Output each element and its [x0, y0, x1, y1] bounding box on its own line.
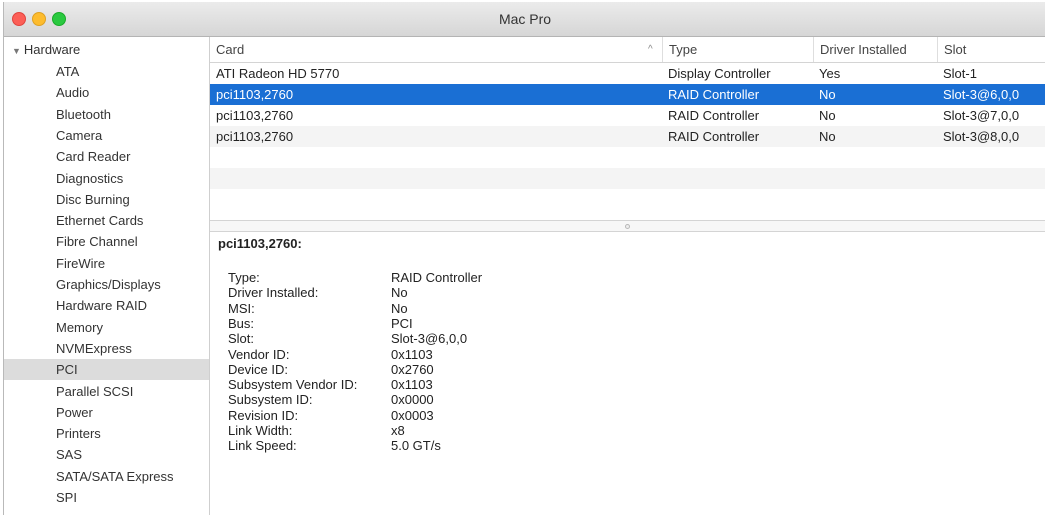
detail-value: 0x1103 [391, 377, 433, 393]
title-bar[interactable]: Mac Pro [4, 2, 1045, 37]
table-row[interactable]: pci1103,2760 RAID Controller No Slot-3@6,0,… [210, 84, 1045, 105]
detail-key: Vendor ID: [228, 346, 290, 362]
cell-slot: Slot-3@7,0,0 [943, 108, 1020, 123]
column-header-type[interactable]: Type [662, 37, 813, 62]
detail-key: Revision ID: [228, 407, 299, 423]
sidebar-item-memory[interactable]: Memory [4, 317, 209, 338]
cell-type: RAID Controller [668, 129, 760, 144]
disclosure-triangle-icon[interactable]: ▼ [12, 46, 21, 56]
detail-value: No [391, 285, 408, 301]
cell-slot: Slot-3@8,0,0 [943, 129, 1020, 144]
table-row-empty [210, 168, 1045, 189]
detail-value: 5.0 GT/s [391, 438, 441, 454]
detail-value: 0x2760 [391, 361, 434, 377]
cell-slot: Slot-3@6,0,0 [943, 87, 1020, 102]
detail-key: MSI: [228, 300, 255, 316]
sidebar-hardware-group[interactable]: ▼ Hardware [12, 40, 80, 60]
detail-value: x8 [391, 423, 405, 438]
sidebar-item-diagnostics[interactable]: Diagnostics [4, 168, 209, 189]
sidebar-item-ethernet-cards[interactable]: Ethernet Cards [4, 210, 209, 231]
detail-key: Slot: [228, 331, 255, 347]
sidebar-header-label: Hardware [23, 42, 81, 57]
sidebar-item-fibre-channel[interactable]: Fibre Channel [4, 231, 209, 252]
cell-driver: Yes [819, 66, 841, 81]
detail-key: Link Width: [228, 423, 293, 438]
cell-card: ATI Radeon HD 5770 [216, 66, 340, 81]
detail-value: RAID Controller [391, 270, 483, 285]
detail-key: Type: [228, 270, 260, 285]
table-row-empty [210, 147, 1045, 168]
sidebar-item-ata[interactable]: ATA [4, 61, 209, 82]
cell-driver: No [819, 108, 836, 123]
sidebar-item-parallel-scsi[interactable]: Parallel SCSI [4, 381, 209, 402]
table-row[interactable]: pci1103,2760 RAID Controller No Slot-3@8,0,… [210, 126, 1045, 147]
cell-card: pci1103,2760 [216, 129, 294, 144]
sidebar-item-card-reader[interactable]: Card Reader [4, 146, 209, 167]
splitter-handle-icon[interactable] [625, 224, 630, 229]
detail-value: Slot-3@6,0,0 [391, 331, 468, 347]
sidebar-item-spi[interactable]: SPI [4, 487, 209, 508]
detail-title: pci1103,2760: [218, 236, 302, 251]
detail-key: Driver Installed: [228, 285, 319, 301]
sidebar-item-disc-burning[interactable]: Disc Burning [4, 189, 209, 210]
cell-type: Display Controller [668, 66, 771, 81]
sidebar-item-printers[interactable]: Printers [4, 423, 209, 444]
sidebar-item-audio[interactable]: Audio [4, 82, 209, 103]
table-row[interactable]: ATI Radeon HD 5770 Display Controller Yes S… [210, 63, 1045, 84]
sidebar-item-sata-sata-express[interactable]: SATA/SATA Express [4, 466, 209, 487]
cell-driver: No [819, 87, 836, 102]
cards-table: Card ^ Type Driver Installed Slot ATI Ra… [210, 37, 1045, 220]
sidebar: ▼ Hardware ATA Audio Bluetooth Camera Card Re… [4, 37, 210, 515]
sidebar-item-pci[interactable]: PCI [4, 359, 209, 381]
column-header-card[interactable]: Card [210, 37, 662, 62]
cell-type: RAID Controller [668, 108, 760, 123]
column-header-slot[interactable]: Slot [937, 37, 1045, 62]
detail-pane: pci1103,2760: Type: RAID Controller Driver… [210, 232, 1045, 515]
sidebar-item-hardware-raid[interactable]: Hardware RAID [4, 295, 209, 316]
sidebar-item-bluetooth[interactable]: Bluetooth [4, 104, 209, 125]
table-header: Card ^ Type Driver Installed Slot [210, 37, 1045, 63]
cell-type: RAID Controller [668, 87, 760, 102]
cell-driver: No [819, 129, 836, 144]
table-row-empty [210, 189, 1045, 210]
cell-card: pci1103,2760 [216, 108, 294, 123]
sidebar-item-graphics-displays[interactable]: Graphics/Displays [4, 274, 209, 295]
cell-slot: Slot-1 [943, 66, 977, 81]
window-title: Mac Pro [498, 11, 552, 27]
column-header-driver-installed[interactable]: Driver Installed [813, 37, 937, 62]
detail-key: Bus: [228, 315, 255, 331]
detail-value: 0x1103 [391, 346, 433, 362]
detail-key: Link Speed: [228, 438, 297, 454]
system-information-window: Mac Pro ▼ Hardware ATA Audio Bluetooth Camer… [3, 2, 1045, 515]
detail-value: 0x0003 [391, 407, 434, 423]
sidebar-item-nvmexpress[interactable]: NVMExpress [4, 338, 209, 359]
sidebar-item-sas[interactable]: SAS [4, 444, 209, 465]
sidebar-item-power[interactable]: Power [4, 402, 209, 423]
detail-value: 0x0000 [391, 392, 434, 408]
sidebar-item-firewire[interactable]: FireWire [4, 253, 209, 274]
detail-key: Device ID: [228, 361, 288, 377]
detail-key: Subsystem Vendor ID: [228, 377, 358, 393]
detail-value: PCI [391, 315, 413, 331]
table-row[interactable]: pci1103,2760 RAID Controller No Slot-3@7,0,… [210, 105, 1045, 126]
cell-card: pci1103,2760 [216, 87, 294, 102]
sidebar-item-camera[interactable]: Camera [4, 125, 209, 146]
sort-ascending-icon: ^ [648, 44, 653, 55]
detail-value: No [391, 300, 408, 316]
detail-key: Subsystem ID: [228, 392, 313, 408]
pane-splitter[interactable] [210, 220, 1045, 232]
